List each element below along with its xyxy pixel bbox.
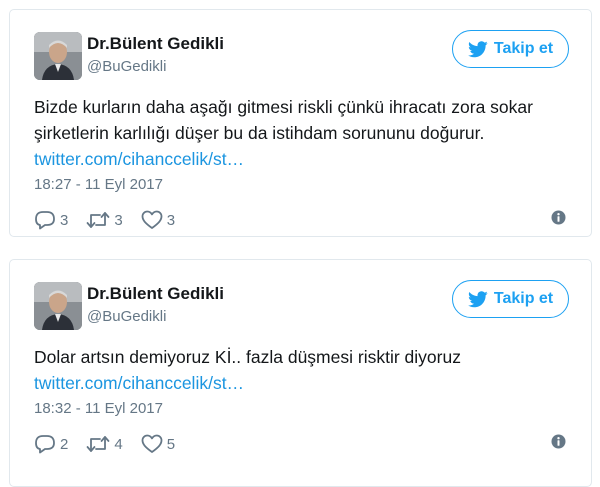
- like-count: 3: [166, 211, 176, 229]
- tweet-text-line: şirketlerin karlılığı düşer bu da istihd…: [34, 123, 485, 143]
- like-button[interactable]: 3: [141, 210, 175, 230]
- author-handle[interactable]: @BuGedikli: [87, 58, 166, 75]
- avatar[interactable]: [34, 282, 82, 330]
- author-name[interactable]: Dr.Bülent Gedikli: [87, 284, 224, 304]
- reply-count: 2: [60, 435, 69, 453]
- like-count: 5: [166, 435, 176, 453]
- tweet-text-line: Bizde kurların daha aşağı gitmesi riskli…: [34, 97, 533, 117]
- info-icon[interactable]: [551, 434, 566, 449]
- like-button[interactable]: 5: [141, 434, 175, 454]
- tweet-link[interactable]: twitter.com/cihanccelik/st…: [34, 370, 574, 396]
- heart-icon: [141, 434, 163, 453]
- author-name[interactable]: Dr.Bülent Gedikli: [87, 34, 224, 54]
- tweet-timestamp[interactable]: 18:27 - 11 Eyl 2017: [34, 176, 163, 193]
- tweet-card: Dr.Bülent Gedikli @BuGedikli Takip et Bi…: [9, 9, 592, 237]
- reply-button[interactable]: 2: [34, 434, 68, 454]
- follow-label: Takip et: [493, 40, 554, 57]
- reply-button[interactable]: 3: [34, 210, 68, 230]
- retweet-count: 4: [114, 435, 123, 453]
- tweet-timestamp[interactable]: 18:32 - 11 Eyl 2017: [34, 400, 163, 417]
- tweet-text: Bizde kurların daha aşağı gitmesi riskli…: [34, 94, 574, 172]
- author-handle[interactable]: @BuGedikli: [87, 308, 166, 325]
- info-icon[interactable]: [551, 210, 566, 225]
- reply-icon: [35, 435, 55, 454]
- retweet-icon: [86, 212, 110, 228]
- tweet-text-line: Dolar artsın demiyoruz Kİ.. fazla düşmes…: [34, 347, 461, 367]
- follow-button[interactable]: Takip et: [452, 30, 569, 68]
- avatar[interactable]: [34, 32, 82, 80]
- twitter-bird-icon: [467, 290, 488, 307]
- twitter-bird-icon: [467, 40, 488, 57]
- tweet-card: Dr.Bülent Gedikli @BuGedikli Takip et Do…: [9, 259, 592, 487]
- follow-button[interactable]: Takip et: [452, 280, 569, 318]
- tweet-link[interactable]: twitter.com/cihanccelik/st…: [34, 146, 574, 172]
- follow-label: Takip et: [493, 290, 554, 307]
- retweet-button[interactable]: 4: [86, 434, 123, 454]
- retweet-icon: [86, 436, 110, 452]
- retweet-count: 3: [114, 211, 123, 229]
- tweet-actions: 2 4 5: [34, 434, 193, 454]
- heart-icon: [141, 210, 163, 229]
- reply-icon: [35, 211, 55, 230]
- tweet-actions: 3 3 3: [34, 210, 193, 230]
- tweet-text: Dolar artsın demiyoruz Kİ.. fazla düşmes…: [34, 344, 574, 396]
- reply-count: 3: [60, 211, 69, 229]
- retweet-button[interactable]: 3: [86, 210, 123, 230]
